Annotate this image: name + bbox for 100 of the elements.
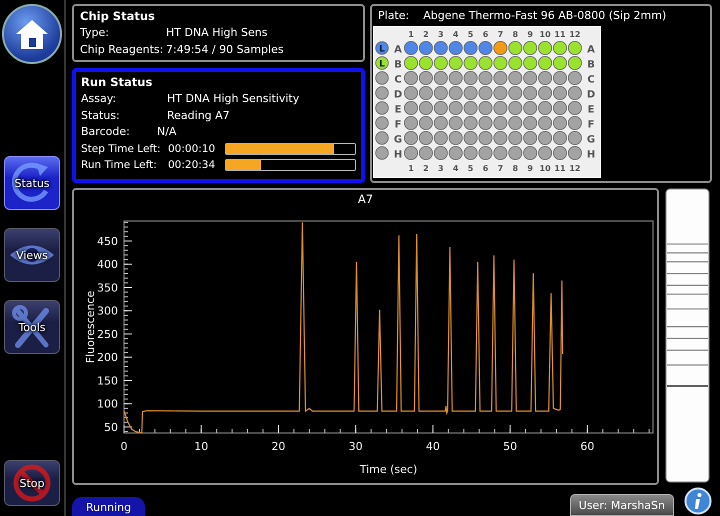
well[interactable] [508,86,522,100]
well[interactable] [478,86,492,100]
well[interactable] [418,86,433,100]
ladder-well[interactable] [375,116,389,130]
well[interactable] [448,41,463,55]
status-button[interactable]: Status [4,156,60,210]
info-button[interactable] [684,487,712,516]
well[interactable] [553,56,567,70]
well[interactable] [568,146,582,160]
well[interactable] [448,116,463,130]
well[interactable] [434,101,448,115]
well[interactable] [538,116,552,130]
well[interactable] [523,146,538,160]
well[interactable] [553,146,567,160]
well[interactable] [493,71,508,85]
well[interactable] [448,86,463,100]
well[interactable] [418,101,433,115]
well[interactable] [493,101,508,115]
well[interactable] [478,101,492,115]
well[interactable] [538,146,552,160]
well[interactable] [404,131,418,145]
ladder-well[interactable] [375,131,389,145]
well[interactable] [434,71,448,85]
well[interactable] [523,71,538,85]
well[interactable] [418,41,433,55]
well[interactable] [418,56,433,70]
well[interactable] [553,116,567,130]
well[interactable] [538,131,552,145]
well[interactable] [404,101,418,115]
well[interactable] [568,71,582,85]
well[interactable] [538,41,552,55]
well[interactable] [568,86,582,100]
well[interactable] [568,116,582,130]
ladder-well[interactable] [375,146,389,160]
well[interactable] [553,101,567,115]
well[interactable] [523,41,538,55]
well[interactable] [538,71,552,85]
well[interactable] [508,116,522,130]
well[interactable] [508,56,522,70]
well[interactable] [418,116,433,130]
well[interactable] [523,86,538,100]
well[interactable] [434,116,448,130]
well[interactable] [404,56,418,70]
well[interactable] [493,86,508,100]
well[interactable] [508,146,522,160]
well[interactable] [418,71,433,85]
well[interactable] [478,116,492,130]
well[interactable] [568,131,582,145]
well[interactable] [448,56,463,70]
well[interactable] [508,131,522,145]
well[interactable] [464,86,478,100]
well[interactable] [464,116,478,130]
well[interactable] [553,41,567,55]
well[interactable] [464,146,478,160]
well[interactable] [493,116,508,130]
well[interactable] [478,146,492,160]
well[interactable] [568,41,582,55]
well[interactable] [448,146,463,160]
well[interactable] [478,41,492,55]
well[interactable] [523,131,538,145]
well[interactable] [478,56,492,70]
well[interactable] [538,101,552,115]
well[interactable] [434,146,448,160]
well[interactable] [493,146,508,160]
well[interactable] [434,131,448,145]
well[interactable] [478,71,492,85]
well[interactable] [418,146,433,160]
well[interactable] [448,131,463,145]
well[interactable] [508,101,522,115]
well[interactable] [404,71,418,85]
ladder-well[interactable] [375,86,389,100]
well[interactable] [553,71,567,85]
well[interactable] [464,56,478,70]
well[interactable] [493,41,508,55]
well[interactable] [553,131,567,145]
well[interactable] [478,131,492,145]
well[interactable] [404,146,418,160]
well[interactable] [464,131,478,145]
well[interactable] [464,41,478,55]
well[interactable] [448,71,463,85]
well[interactable] [434,56,448,70]
well[interactable] [404,116,418,130]
well[interactable] [448,101,463,115]
well[interactable] [404,41,418,55]
ladder-well[interactable] [375,71,389,85]
ladder-well[interactable] [375,101,389,115]
well[interactable] [493,56,508,70]
well[interactable] [404,86,418,100]
well[interactable] [568,101,582,115]
user-button[interactable]: User: MarshaSn [570,494,674,516]
well[interactable] [434,86,448,100]
well[interactable] [434,41,448,55]
well[interactable] [464,71,478,85]
ladder-well[interactable]: L [375,56,389,70]
well[interactable] [523,116,538,130]
well[interactable] [464,101,478,115]
well[interactable] [523,56,538,70]
ladder-well[interactable]: L [375,41,389,55]
well[interactable] [538,86,552,100]
well[interactable] [493,131,508,145]
